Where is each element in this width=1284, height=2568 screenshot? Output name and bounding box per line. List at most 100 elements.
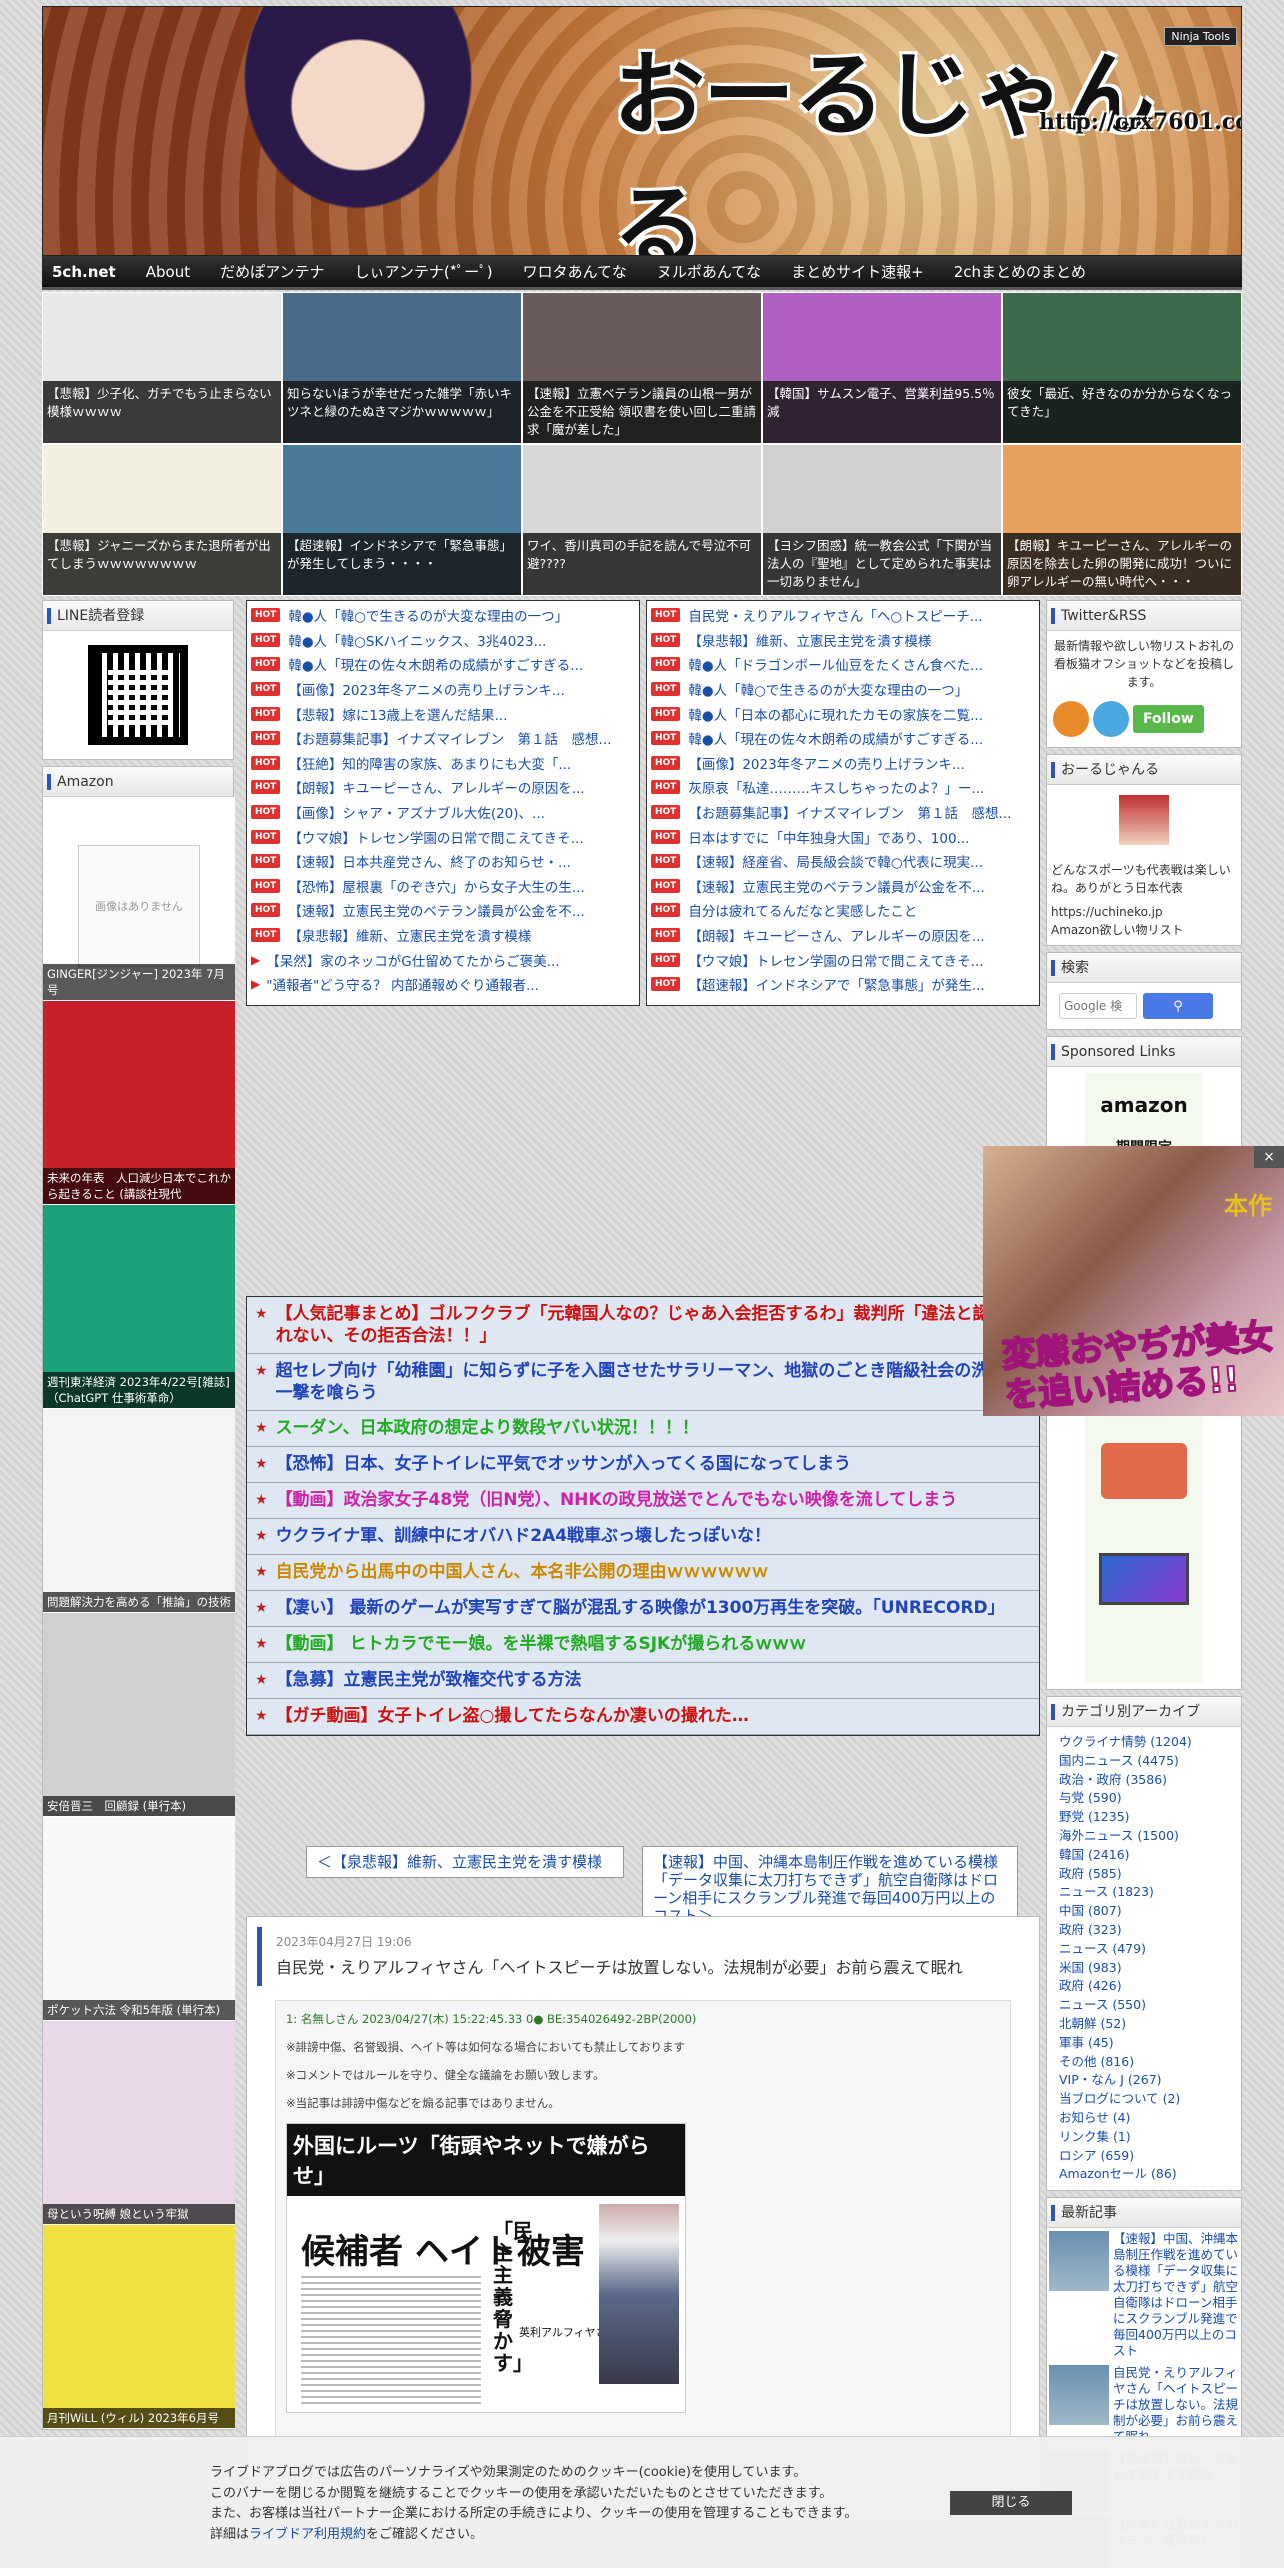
thumbnail-caption[interactable]: 【朗報】キユーピーさん、アレルギーの原因を除去した卵の開発に成功！ついに卵アレル…: [1003, 533, 1241, 595]
book-caption[interactable]: GINGER[ジンジャー] 2023年 7月号: [43, 964, 235, 1000]
site-logo[interactable]: おーるじゃんる: [613, 21, 1241, 255]
thumbnail-card[interactable]: 【超速報】インドネシアで「緊急事態」が発生してしまう・・・・: [282, 444, 522, 596]
category-link[interactable]: 野党 (1235): [1047, 1808, 1241, 1827]
follow-button[interactable]: Follow: [1133, 705, 1204, 733]
thumbnail-caption[interactable]: 【ヨシフ困惑】統一教会公式「下関が当法人の『聖地』として定められた事実は一切あり…: [763, 533, 1001, 595]
antenna-link[interactable]: 【速報】立憲民主党のベテラン議員が公金を不...: [688, 876, 984, 896]
article-title[interactable]: 自民党・えりアルフィヤさん「ヘイトスピーチは放置しない。法規制が必要」お前ら震え…: [276, 1956, 1015, 1980]
nav-link-nurupo[interactable]: ヌルポあんてな: [657, 261, 761, 282]
category-link[interactable]: お知らせ (4): [1047, 2109, 1241, 2128]
antenna-link[interactable]: "通報者"どう守る？ 内部通報めぐり通報者...: [266, 974, 539, 994]
thumbnail-card[interactable]: 【悲報】少子化、ガチでもう止まらない模様ｗｗｗｗ: [42, 292, 282, 444]
antenna-link[interactable]: 韓●人「韓○で生きるのが大変な理由の一つ」: [288, 605, 568, 625]
amazon-wishlist-link[interactable]: Amazon欲しい物リスト: [1047, 921, 1241, 945]
antenna-link[interactable]: 【ウマ娘】トレセン学園の日常で間こえてきそ...: [288, 827, 583, 847]
category-link[interactable]: 政府 (585): [1047, 1865, 1241, 1884]
recent-post-link[interactable]: 【速報】中国、沖縄本島制圧作戦を進めている模様「データ収集に太刀打ちできず」航空…: [1113, 2231, 1239, 2359]
antenna-link[interactable]: 日本はすでに「中年独身大国」であり、100...: [688, 827, 969, 847]
thumbnail-card[interactable]: 知らないほうが幸せだった雑学「赤いキツネと緑のたぬきマジかｗｗｗｗｗ」: [282, 292, 522, 444]
thumbnail-caption[interactable]: ワイ、香川真司の手記を読んで号泣不可避????: [523, 533, 761, 595]
amazon-book-item[interactable]: 問題解決力を高める「推論」の技術: [43, 1409, 235, 1613]
thumbnail-card[interactable]: 【速報】立憲ベテラン議員の山根一男が公金を不正受給 領収書を使い回し二重請求「魔…: [522, 292, 762, 444]
category-link[interactable]: 北朝鮮 (52): [1047, 2015, 1241, 2034]
thumbnail-card[interactable]: 【ヨシフ困惑】統一教会公式「下関が当法人の『聖地』として定められた事実は一切あり…: [762, 444, 1002, 596]
amazon-book-item[interactable]: 未来の年表 人口減少日本でこれから起きること (講談社現代: [43, 1001, 235, 1205]
category-link[interactable]: 与党 (590): [1047, 1789, 1241, 1808]
recent-post-link[interactable]: 自民党・えりアルフィヤさん「ヘイトスピーチは放置しない。法規制が必要」お前ら震え…: [1113, 2365, 1239, 2445]
search-input[interactable]: [1059, 993, 1137, 1019]
category-link[interactable]: 国内ニュース (4475): [1047, 1752, 1241, 1771]
book-caption[interactable]: 月刊WiLL (ウィル) 2023年6月号: [43, 2408, 235, 2428]
antenna-link[interactable]: 【恐怖】屋根裏「のぞき穴」から女子大生の生...: [288, 876, 584, 896]
antenna-link[interactable]: 韓●人「韓○SKハイニックス、3兆4023...: [288, 630, 546, 650]
category-link[interactable]: 軍事 (45): [1047, 2034, 1241, 2053]
amazon-book-item[interactable]: 画像はありません GINGER[ジンジャー] 2023年 7月号: [43, 797, 235, 1001]
antenna-link[interactable]: 韓●人「現在の佐々木朗希の成績がすごすぎる...: [688, 728, 983, 748]
featured-link[interactable]: 【動画】政治家女子48党（旧N党）、NHKの政見放送でとんでもない映像を流してし…: [276, 1489, 958, 1511]
featured-link[interactable]: 【凄い】 最新のゲームが実写すぎて脳が混乱する映像が1300万再生を突破。「UN…: [276, 1597, 1005, 1619]
category-link[interactable]: ニュース (1823): [1047, 1883, 1241, 1902]
news-clipping-image[interactable]: 外国にルーツ「街頭やネットで嫌がらせ」 候補者 ヘイト被害 「民主主義脅かす」 …: [286, 2123, 686, 2413]
popup-close-icon[interactable]: ×: [1254, 1146, 1284, 1168]
featured-link[interactable]: 自民党から出馬中の中国人さん、本名非公開の理由ｗｗｗｗｗｗ: [276, 1561, 769, 1583]
prev-article-link[interactable]: ＜【泉悲報】維新、立憲民主党を潰す模様: [306, 1846, 624, 1878]
category-link[interactable]: Amazonセール (86): [1047, 2165, 1241, 2184]
nav-link-matome-plus[interactable]: まとめサイト速報+: [791, 261, 924, 282]
thumbnail-card[interactable]: 【悲報】ジャニーズからまた退所者が出てしまうｗｗｗｗｗｗｗｗ: [42, 444, 282, 596]
thumbnail-card[interactable]: 【朗報】キユーピーさん、アレルギーの原因を除去した卵の開発に成功！ついに卵アレル…: [1002, 444, 1242, 596]
category-link[interactable]: ロシア (659): [1047, 2147, 1241, 2166]
featured-link[interactable]: 【恐怖】日本、女子トイレに平気でオッサンが入ってくる国になってしまう: [276, 1453, 851, 1475]
antenna-link[interactable]: 【泉悲報】維新、立憲民主党を潰す模様: [288, 925, 531, 945]
amazon-book-item[interactable]: 安倍晋三 回顧録 (単行本): [43, 1613, 235, 1817]
antenna-link[interactable]: 【画像】2023年冬アニメの売り上げランキ...: [688, 753, 964, 773]
antenna-link[interactable]: 韓●人「現在の佐々木朗希の成績がすごすぎる...: [288, 654, 583, 674]
book-caption[interactable]: 母という呪縛 娘という牢獄: [43, 2204, 235, 2224]
amazon-book-item[interactable]: 月刊WiLL (ウィル) 2023年6月号: [43, 2225, 235, 2429]
thumbnail-caption[interactable]: 【悲報】少子化、ガチでもう止まらない模様ｗｗｗｗ: [43, 381, 281, 443]
category-link[interactable]: 米国 (983): [1047, 1959, 1241, 1978]
amazon-book-item[interactable]: 母という呪縛 娘という牢獄: [43, 2021, 235, 2225]
rss-icon[interactable]: [1053, 701, 1089, 737]
thumbnail-caption[interactable]: 【超速報】インドネシアで「緊急事態」が発生してしまう・・・・: [283, 533, 521, 595]
antenna-link[interactable]: 【呆然】家のネッコがG仕留めてたからご褒美...: [266, 950, 559, 970]
antenna-link[interactable]: 自分は疲れてるんだなと実感したこと: [688, 900, 917, 920]
antenna-link[interactable]: 韓●人「韓○で生きるのが大変な理由の一つ」: [688, 679, 968, 699]
antenna-link[interactable]: 【超速報】インドネシアで「緊急事態」が発生...: [688, 974, 984, 994]
nav-link-warota[interactable]: ワロタあんてな: [523, 261, 627, 282]
book-caption[interactable]: 問題解決力を高める「推論」の技術: [43, 1592, 235, 1612]
book-caption[interactable]: 週刊東洋経済 2023年4/22号[雑誌]（ChatGPT 仕事術革命）: [43, 1372, 235, 1408]
antenna-link[interactable]: 【朗報】キユーピーさん、アレルギーの原因を...: [288, 777, 584, 797]
category-link[interactable]: 政治・政府 (3586): [1047, 1771, 1241, 1790]
featured-link[interactable]: 【人気記事まとめ】ゴルフクラブ「元韓国人なの？じゃあ入会拒否するわ」裁判所「違法…: [276, 1303, 1031, 1347]
terms-link[interactable]: ライブドア利用規約: [249, 2527, 366, 2542]
cookie-close-button[interactable]: 閉じる: [950, 2491, 1072, 2515]
antenna-link[interactable]: 自民党・えりアルフィヤさん「ヘ○トスピーチ...: [688, 605, 982, 625]
thumbnail-card[interactable]: 彼女「最近、好きなのか分からなくなってきた」: [1002, 292, 1242, 444]
antenna-link[interactable]: 【朗報】キユーピーさん、アレルギーの原因を...: [688, 925, 984, 945]
thumbnail-caption[interactable]: 【韓国】サムスン電子、営業利益95.5％減: [763, 381, 1001, 443]
thumbnail-caption[interactable]: 彼女「最近、好きなのか分からなくなってきた」: [1003, 381, 1241, 443]
book-caption[interactable]: ポケット六法 令和5年版 (単行本): [43, 2000, 235, 2020]
antenna-link[interactable]: 韓●人「ドラゴンボール仙豆をたくさん食べた...: [688, 654, 983, 674]
featured-link[interactable]: 【動画】 ヒトカラでモー娘。を半裸で熱唱するSJKが撮られるｗｗｗ: [276, 1633, 807, 1655]
category-link[interactable]: 政府 (323): [1047, 1921, 1241, 1940]
antenna-link[interactable]: 【速報】経産省、局長級会談で韓○代表に現実...: [688, 851, 983, 871]
featured-link[interactable]: ウクライナ軍、訓練中にオバハド2A4戦車ぶっ壊したっぽいな！: [276, 1525, 771, 1547]
category-link[interactable]: ウクライナ情勢 (1204): [1047, 1733, 1241, 1752]
antenna-link[interactable]: 【悲報】嫁に13歳上を選んだ結果...: [288, 704, 507, 724]
book-caption[interactable]: 未来の年表 人口減少日本でこれから起きること (講談社現代: [43, 1168, 235, 1204]
antenna-link[interactable]: 【ウマ娘】トレセン学園の日常で間こえてきそ...: [688, 950, 983, 970]
featured-link[interactable]: 【急募】立憲民主党が致権交代する方法: [276, 1669, 582, 1691]
category-link[interactable]: 当ブログについて (2): [1047, 2090, 1241, 2109]
antenna-link[interactable]: 灰原哀「私達………キスしちゃったのよ？」ー...: [688, 777, 984, 797]
amazon-book-item[interactable]: ポケット六法 令和5年版 (単行本): [43, 1817, 235, 2021]
antenna-link[interactable]: 韓●人「日本の都心に現れたカモの家族を二覧...: [688, 704, 983, 724]
popup-ad[interactable]: × 本作 変態おやぢが美女を追い詰める!!: [983, 1146, 1284, 1417]
antenna-link[interactable]: 【泉悲報】維新、立憲民主党を潰す模様: [688, 630, 931, 650]
thumbnail-caption[interactable]: 【速報】立憲ベテラン議員の山根一男が公金を不正受給 領収書を使い回し二重請求「魔…: [523, 381, 761, 443]
featured-link[interactable]: スーダン、日本政府の想定より数段ヤバい状況！！！！: [276, 1417, 699, 1439]
book-caption[interactable]: 安倍晋三 回顧録 (単行本): [43, 1796, 235, 1816]
nav-link-about[interactable]: About: [146, 263, 190, 281]
recent-post[interactable]: 【速報】中国、沖縄本島制圧作戦を進めている模様「データ収集に太刀打ちできず」航空…: [1047, 2228, 1241, 2362]
thumbnail-card[interactable]: ワイ、香川真司の手記を読んで号泣不可避????: [522, 444, 762, 596]
